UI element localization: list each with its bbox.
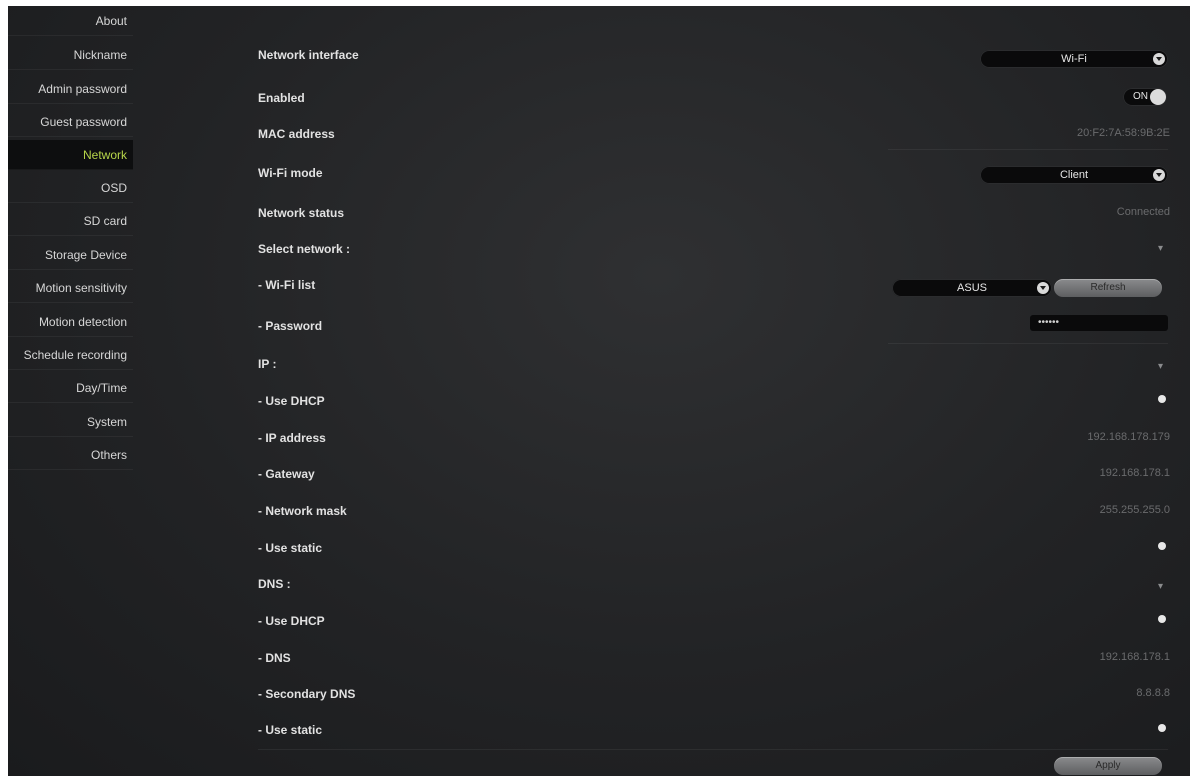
wifi-list-select[interactable]: ASUS (892, 279, 1052, 297)
password-label: - Password (258, 319, 323, 333)
wifi-mode-select[interactable]: Client (980, 166, 1168, 184)
sidebar-item-osd[interactable]: OSD (8, 173, 133, 203)
dns-section-label: DNS : (258, 577, 291, 591)
gateway-value: 192.168.178.1 (1099, 467, 1170, 479)
ip-address-value: 192.168.178.179 (1087, 431, 1170, 443)
ip-address-label: - IP address (258, 431, 326, 445)
sidebar-item-admin-password[interactable]: Admin password (8, 74, 133, 104)
settings-sidebar: About Nickname Admin password Guest pass… (8, 6, 133, 470)
chevron-down-icon[interactable]: ▾ (1158, 243, 1163, 254)
wifi-list-value: ASUS (957, 282, 987, 294)
wifi-mode-value: Client (1059, 169, 1089, 181)
sidebar-item-day-time[interactable]: Day/Time (8, 373, 133, 403)
sidebar-item-storage-device[interactable]: Storage Device (8, 240, 133, 270)
sidebar-item-sd-card[interactable]: SD card (8, 206, 133, 236)
mac-address-label: MAC address (258, 127, 335, 141)
divider (258, 749, 1168, 750)
toggle-knob-icon (1150, 89, 1166, 105)
gateway-label: - Gateway (258, 467, 315, 481)
wifi-list-label: - Wi-Fi list (258, 278, 316, 292)
refresh-button[interactable]: Refresh (1054, 279, 1162, 297)
chevron-down-icon (1153, 169, 1165, 181)
dns-value: 192.168.178.1 (1099, 651, 1170, 663)
network-interface-label: Network interface (258, 48, 359, 62)
dns-dhcp-radio[interactable] (1158, 615, 1166, 623)
sidebar-item-motion-sensitivity[interactable]: Motion sensitivity (8, 273, 133, 303)
enabled-toggle[interactable]: ON (1123, 88, 1167, 106)
chevron-down-icon[interactable]: ▾ (1158, 361, 1163, 372)
dns-label: - DNS (258, 651, 291, 665)
dns-use-static-label: - Use static (258, 723, 323, 737)
sidebar-item-system[interactable]: System (8, 407, 133, 437)
select-network-label: Select network : (258, 242, 351, 256)
settings-window: About Nickname Admin password Guest pass… (8, 6, 1190, 776)
secondary-dns-label: - Secondary DNS (258, 687, 356, 701)
network-mask-label: - Network mask (258, 504, 347, 518)
wifi-mode-label: Wi-Fi mode (258, 166, 323, 180)
enabled-label: Enabled (258, 91, 305, 105)
sidebar-item-guest-password[interactable]: Guest password (8, 107, 133, 137)
network-interface-value: Wi-Fi (1061, 53, 1087, 65)
sidebar-item-about[interactable]: About (8, 6, 133, 36)
dns-static-radio[interactable] (1158, 724, 1166, 732)
chevron-down-icon (1037, 282, 1049, 294)
network-interface-select[interactable]: Wi-Fi (980, 50, 1168, 68)
sidebar-item-motion-detection[interactable]: Motion detection (8, 307, 133, 337)
divider (888, 343, 1168, 344)
ip-section-label: IP : (258, 357, 277, 371)
ip-dhcp-radio[interactable] (1158, 395, 1166, 403)
chevron-down-icon[interactable]: ▾ (1158, 581, 1163, 592)
sidebar-item-nickname[interactable]: Nickname (8, 40, 133, 70)
enabled-toggle-text: ON (1133, 91, 1148, 102)
ip-use-static-label: - Use static (258, 541, 323, 555)
network-status-value: Connected (1116, 206, 1170, 218)
apply-button[interactable]: Apply (1054, 757, 1162, 775)
ip-use-dhcp-label: - Use DHCP (258, 394, 325, 408)
password-field[interactable]: •••••• (1030, 315, 1168, 331)
sidebar-item-schedule-recording[interactable]: Schedule recording (8, 340, 133, 370)
network-status-label: Network status (258, 206, 345, 220)
dns-use-dhcp-label: - Use DHCP (258, 614, 325, 628)
ip-static-radio[interactable] (1158, 542, 1166, 550)
chevron-down-icon (1153, 53, 1165, 65)
secondary-dns-value: 8.8.8.8 (1136, 687, 1170, 699)
sidebar-item-network[interactable]: Network (8, 140, 133, 170)
sidebar-item-others[interactable]: Others (8, 440, 133, 470)
divider (888, 149, 1168, 150)
mac-address-value: 20:F2:7A:58:9B:2E (1077, 127, 1170, 139)
network-mask-value: 255.255.255.0 (1099, 504, 1170, 516)
